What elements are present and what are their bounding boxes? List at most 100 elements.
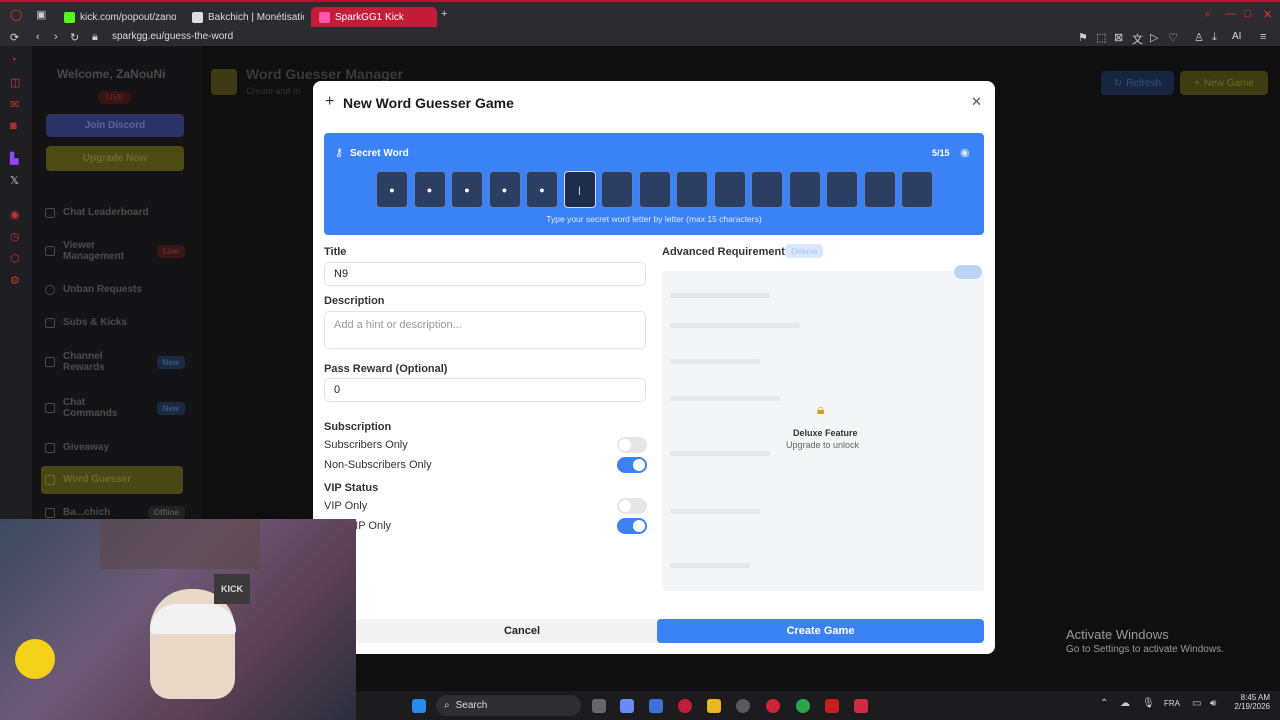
opera-logo-icon[interactable]: ◯ xyxy=(10,8,22,21)
description-input[interactable]: Add a hint or description... xyxy=(324,311,646,349)
search-icon: ⌕ xyxy=(444,700,450,711)
store-icon[interactable] xyxy=(649,699,663,713)
sidebar-item-word-guesser[interactable]: Word Guesser xyxy=(45,474,185,485)
letter-box[interactable]: ● xyxy=(488,171,521,208)
sidebar-item-channel-rewards[interactable]: Channel Rewards New xyxy=(45,351,185,373)
cancel-button[interactable]: Cancel xyxy=(356,619,688,643)
reload-icon[interactable]: ↻ xyxy=(70,31,79,44)
letter-box[interactable] xyxy=(788,171,821,208)
app2-taskbar-icon[interactable] xyxy=(825,699,839,713)
letter-box[interactable] xyxy=(751,171,783,208)
menu-icon[interactable]: ≡ xyxy=(1260,31,1266,43)
messenger-icon[interactable]: ✉ xyxy=(10,98,19,111)
close-icon[interactable]: ✕ xyxy=(971,94,982,110)
forward-icon[interactable]: › xyxy=(54,31,58,43)
app3-taskbar-icon[interactable] xyxy=(854,699,868,713)
x-twitter-icon[interactable]: 𝕏 xyxy=(10,174,19,187)
letter-box[interactable]: | xyxy=(563,171,596,208)
letter-box[interactable] xyxy=(863,171,896,208)
sidebar-item-label: Giveaway xyxy=(63,442,110,453)
history-icon[interactable]: ◷ xyxy=(10,230,20,243)
language-indicator[interactable]: FRA xyxy=(1164,699,1180,708)
task-view-icon[interactable] xyxy=(592,699,606,713)
key-icon: ⚷ xyxy=(335,147,344,159)
tab-bakchich[interactable]: Bakchich | Monétisation p xyxy=(184,7,304,27)
file-explorer-icon[interactable] xyxy=(707,699,721,713)
reward-input[interactable]: 0 xyxy=(324,378,646,402)
address-bar: ⟳ ‹ › ↻ 🔒︎ sparkgg.eu/guess-the-word ⚑ ⬚… xyxy=(0,28,1280,46)
sidebar-item-chat-leaderboard[interactable]: Chat Leaderboard xyxy=(45,207,185,218)
refresh-label: Refresh xyxy=(1126,77,1162,89)
windows-start-icon[interactable] xyxy=(412,699,426,713)
refresh-button[interactable]: ↻ Refresh xyxy=(1101,71,1174,95)
profile-icon[interactable]: ♙ xyxy=(1194,31,1204,44)
vip-only-toggle[interactable] xyxy=(617,498,647,514)
new-tab-icon[interactable]: + xyxy=(441,8,447,20)
aria-ai-button[interactable]: AI xyxy=(1232,31,1241,42)
minimize-icon[interactable]: — xyxy=(1225,8,1236,20)
sidebar-item-giveaway[interactable]: Giveaway xyxy=(45,442,185,453)
reload-sync-icon[interactable]: ⟳ xyxy=(10,31,19,44)
copilot-icon[interactable] xyxy=(620,699,634,713)
opera-taskbar-icon[interactable] xyxy=(678,699,692,713)
volume-icon[interactable]: 🔊︎ xyxy=(1210,698,1216,709)
join-discord-button[interactable]: Join Discord xyxy=(46,114,184,137)
translate-icon[interactable]: 文 xyxy=(1132,31,1143,47)
instagram-icon[interactable]: ◙ xyxy=(10,120,17,132)
upgrade-now-button[interactable]: Upgrade Now xyxy=(46,146,184,171)
allow-moderators-toggle xyxy=(954,265,982,279)
letter-box[interactable]: ● xyxy=(526,171,558,208)
mic-icon[interactable]: 🎙︎ xyxy=(1142,698,1155,709)
new-game-button[interactable]: + New Game xyxy=(1180,71,1268,95)
player-side-icon[interactable]: ◉ xyxy=(10,208,20,221)
sidebar-item-chat-commands[interactable]: Chat Commands New xyxy=(45,397,185,419)
tab-kick-popout[interactable]: kick.com/popout/zanouni/ xyxy=(56,7,176,27)
subscribers-only-toggle[interactable] xyxy=(617,437,647,453)
chrome-icon[interactable] xyxy=(796,699,810,713)
taskbar-search[interactable]: ⌕ Search xyxy=(436,695,581,716)
letter-box[interactable]: ● xyxy=(451,171,483,208)
tray-chevron-icon[interactable]: ⌃ xyxy=(1100,698,1108,709)
workspaces-icon[interactable]: ▣ xyxy=(36,8,46,21)
eye-icon[interactable]: ◉ xyxy=(960,146,970,159)
snapshot-icon[interactable]: ⬚ xyxy=(1096,31,1106,44)
search-tabs-icon[interactable]: ⌕ xyxy=(1205,8,1211,21)
maximize-icon[interactable]: □ xyxy=(1244,8,1251,20)
non-subscribers-only-toggle[interactable] xyxy=(617,457,647,473)
sidebar-item-viewer-management[interactable]: Viewer Management Live xyxy=(45,240,185,262)
tab-sparkgg[interactable]: SparkGG1 Kick xyxy=(311,7,437,27)
back-icon[interactable]: ‹ xyxy=(36,31,40,43)
letter-box[interactable]: ● xyxy=(376,171,408,208)
letter-box[interactable] xyxy=(676,171,708,208)
app-taskbar-icon[interactable] xyxy=(766,699,780,713)
aria-icon[interactable]: ◔ xyxy=(10,54,17,66)
title-input[interactable]: N9 xyxy=(324,262,646,286)
letter-box[interactable] xyxy=(601,171,633,208)
wallet-icon[interactable]: ◫ xyxy=(10,76,20,89)
close-window-icon[interactable]: ✕ xyxy=(1263,8,1272,21)
create-game-button[interactable]: Create Game xyxy=(657,619,984,643)
sidebar-item-subs-kicks[interactable]: Subs & Kicks xyxy=(45,317,185,328)
extensions-icon[interactable]: ⬡ xyxy=(10,252,20,265)
sidebar-item-bakchich[interactable]: Ba...chich Offline xyxy=(45,506,185,519)
url-field[interactable]: sparkgg.eu/guess-the-word xyxy=(112,31,233,42)
download-icon[interactable]: ⤓ xyxy=(1212,31,1217,44)
player-icon[interactable]: ▷ xyxy=(1150,31,1158,44)
kick-logo-poster: KICK xyxy=(214,574,250,604)
settings-gear-icon[interactable]: ⚙ xyxy=(10,274,20,287)
letter-box[interactable] xyxy=(713,171,746,208)
display-icon[interactable]: ▭ xyxy=(1192,698,1201,709)
twitch-icon[interactable]: ▙ xyxy=(10,152,18,165)
network-icon[interactable]: ☁ xyxy=(1120,698,1130,709)
letter-box[interactable]: ● xyxy=(413,171,446,208)
bookmark-icon[interactable]: ⚑ xyxy=(1078,31,1088,44)
non-vip-only-toggle[interactable] xyxy=(617,518,647,534)
letter-box[interactable] xyxy=(826,171,858,208)
letter-box[interactable] xyxy=(901,171,933,208)
letter-box[interactable] xyxy=(638,171,671,208)
clock[interactable]: 8:45 AM 2/19/2026 xyxy=(1230,693,1270,711)
settings-taskbar-icon[interactable] xyxy=(736,699,750,713)
sidebar-item-unban-requests[interactable]: Unban Requests xyxy=(45,284,185,295)
adblock-icon[interactable]: ⊠ xyxy=(1114,31,1123,44)
heart-icon[interactable]: ♡ xyxy=(1168,31,1178,44)
